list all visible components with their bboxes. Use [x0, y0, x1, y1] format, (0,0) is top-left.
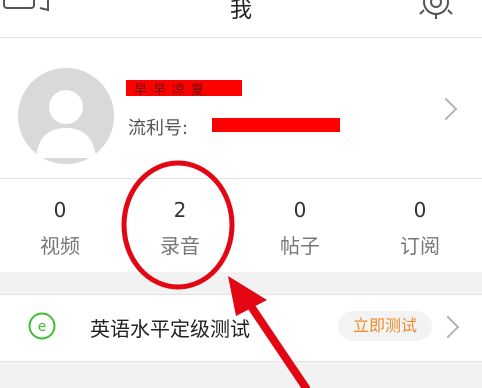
profile-divider: [0, 178, 482, 179]
start-test-button[interactable]: 立即测试: [338, 311, 432, 341]
stat-label: 视频: [40, 234, 80, 258]
stat-count: 0: [293, 198, 307, 222]
stat-count: 0: [53, 198, 67, 222]
stat-label: 录音: [160, 234, 200, 258]
stat-subscriptions[interactable]: 0 订阅: [360, 180, 480, 272]
profile-chevron-icon: [434, 97, 458, 121]
stat-videos[interactable]: 0 视频: [0, 180, 120, 272]
top-bar: 我: [0, 0, 482, 30]
default-avatar-icon: [18, 68, 114, 164]
stat-count: 0: [413, 198, 427, 222]
nickname: 早早凉夏: [134, 83, 211, 98]
section-gap: [0, 272, 482, 294]
settings-gear-icon[interactable]: [418, 0, 454, 20]
level-test-title: 英语水平定级测试: [90, 317, 250, 341]
user-id-redaction: [212, 118, 340, 132]
user-id-label: 流利号:: [128, 118, 189, 139]
test-top-divider: [0, 294, 482, 295]
test-chevron-icon: [436, 315, 460, 339]
avatar[interactable]: [18, 68, 114, 164]
stat-label: 帖子: [280, 234, 320, 258]
page-title: 我: [229, 0, 252, 23]
bottom-gap: [0, 362, 482, 388]
stat-label: 订阅: [400, 234, 440, 258]
profile-row[interactable]: 早早凉夏 流利号:: [0, 38, 482, 178]
stat-posts[interactable]: 0 帖子: [240, 180, 360, 272]
english-e-icon: e: [28, 312, 56, 340]
stats-row: 0 视频 2 录音 0 帖子 0 订阅: [0, 180, 482, 272]
stat-recordings[interactable]: 2 录音: [120, 180, 240, 272]
level-test-row[interactable]: e 英语水平定级测试 立即测试: [0, 295, 482, 361]
e-icon-letter: e: [38, 319, 47, 335]
stat-count: 2: [173, 198, 187, 222]
